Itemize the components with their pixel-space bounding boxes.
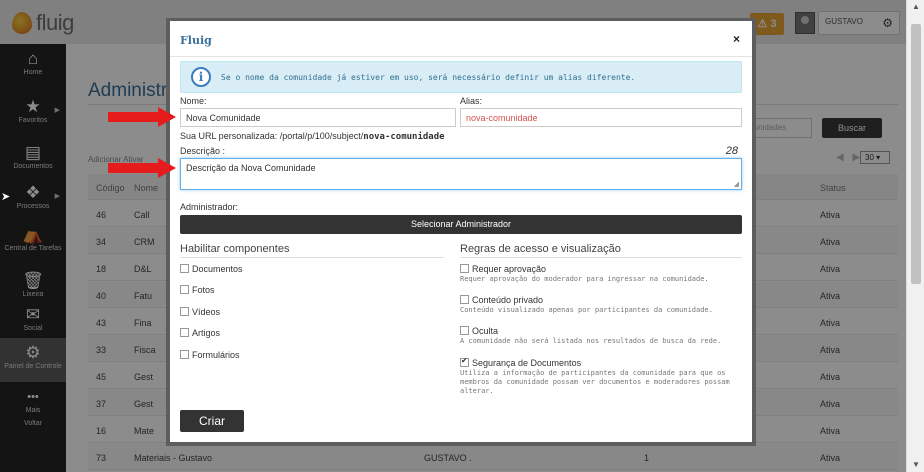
scroll-down-icon[interactable]: ▼ [912, 460, 920, 469]
url-slug: nova-comunidade [363, 132, 445, 142]
alias-label: Alias: [460, 96, 483, 106]
mouse-cursor-icon: ➤ [1, 191, 11, 203]
checkbox-label: Vídeos [192, 307, 221, 317]
admin-label: Administrador: [180, 202, 239, 212]
checkbox-icon[interactable] [180, 285, 189, 294]
create-button[interactable]: Criar [180, 410, 244, 432]
modal-header: Fluig × [170, 21, 752, 57]
checkbox-oculta[interactable]: Oculta [460, 326, 498, 336]
alias-field[interactable]: nova-comunidade [460, 108, 742, 127]
checkbox-artigos[interactable]: Artigos [180, 328, 220, 338]
description-label: Descrição : [180, 146, 226, 156]
checkbox-icon[interactable] [180, 350, 189, 359]
components-section-title: Habilitar componentes [180, 243, 444, 258]
rules-section-title: Regras de acesso e visualização [460, 243, 742, 258]
checkbox-icon[interactable] [460, 264, 469, 273]
checkbox-label: Fotos [192, 285, 215, 295]
checkbox-formularios[interactable]: Formulários [180, 350, 240, 360]
checkbox-videos[interactable]: Vídeos [180, 307, 220, 317]
modal-title: Fluig [180, 34, 212, 47]
name-label: Nome: [180, 96, 207, 106]
info-icon: i [191, 67, 211, 87]
scroll-up-icon[interactable]: ▲ [912, 2, 920, 11]
rule-help-text: A comunidade não será listada nos result… [460, 337, 722, 345]
create-community-modal: Fluig × i Se o nome da comunidade já est… [166, 18, 756, 446]
checkbox-seguranca-documentos[interactable]: Segurança de Documentos [460, 356, 582, 368]
checkbox-label: Segurança de Documentos [472, 358, 582, 368]
custom-url-text: Sua URL personalizada: /portal/p/100/sub… [180, 131, 445, 142]
arrow-head [158, 107, 176, 127]
arrow-head [158, 158, 176, 178]
rule-help-text: Requer aprovação do moderador para ingre… [460, 275, 709, 283]
name-field[interactable]: Nova Comunidade [180, 108, 456, 127]
checkbox-requer-aprovacao[interactable]: Requer aprovação [460, 264, 546, 274]
checkbox-documentos[interactable]: Documentos [180, 264, 243, 274]
close-icon[interactable]: × [733, 32, 740, 46]
checked-checkbox-icon[interactable] [460, 356, 469, 367]
checkbox-icon[interactable] [180, 328, 189, 337]
info-text: Se o nome da comunidade já estiver em us… [221, 73, 636, 82]
checkbox-conteudo-privado[interactable]: Conteúdo privado [460, 295, 543, 305]
checkbox-label: Requer aprovação [472, 264, 547, 274]
description-char-count: 28 [725, 145, 738, 157]
checkbox-icon[interactable] [180, 264, 189, 273]
checkbox-label: Documentos [192, 264, 243, 274]
checkbox-icon[interactable] [460, 295, 469, 304]
checkbox-fotos[interactable]: Fotos [180, 285, 215, 295]
url-prefix: Sua URL personalizada: /portal/p/100/sub… [180, 131, 364, 141]
checkbox-label: Oculta [472, 326, 499, 336]
description-textarea[interactable]: Descrição da Nova Comunidade ◢ [180, 158, 742, 190]
rule-help-text: Utiliza a informação de participantes da… [460, 369, 730, 395]
resize-grip-icon[interactable]: ◢ [734, 180, 739, 188]
page-scrollbar[interactable]: ▲ ▼ [906, 0, 924, 472]
description-value: Descrição da Nova Comunidade [186, 163, 316, 173]
checkbox-label: Conteúdo privado [472, 295, 544, 305]
info-alert: i Se o nome da comunidade já estiver em … [180, 61, 742, 93]
checkbox-label: Artigos [192, 328, 221, 338]
checkbox-label: Formulários [192, 350, 240, 360]
checkbox-icon[interactable] [180, 307, 189, 316]
scrollbar-thumb[interactable] [911, 24, 921, 284]
checkbox-icon[interactable] [460, 326, 469, 335]
arrow-shaft [108, 163, 160, 173]
arrow-shaft [108, 112, 160, 122]
select-admin-button[interactable]: Selecionar Administrador [180, 215, 742, 234]
rule-help-text: Conteúdo visualizado apenas por particip… [460, 306, 713, 314]
